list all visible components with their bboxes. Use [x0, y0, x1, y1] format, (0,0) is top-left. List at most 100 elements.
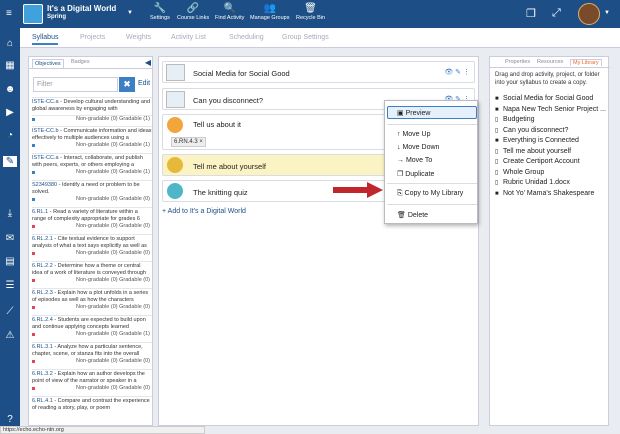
- library-item-label: Can you disconnect?: [503, 126, 569, 134]
- copy-icon: ⎘: [397, 190, 405, 197]
- play-icon[interactable]: ▶: [0, 107, 20, 118]
- calendar-icon[interactable]: ▦: [0, 60, 20, 71]
- chevron-down-icon[interactable]: ▼: [127, 10, 133, 16]
- collapse-icon[interactable]: ◀: [145, 58, 151, 67]
- list-item[interactable]: 6.RL.2.2 - Determine how a theme or cent…: [32, 261, 152, 284]
- tab-group-settings[interactable]: Group Settings: [282, 34, 329, 41]
- tab-objectives[interactable]: Objectives: [32, 59, 64, 68]
- list-icon[interactable]: ☰: [0, 280, 20, 291]
- copy-icon[interactable]: ❐: [526, 7, 536, 20]
- documents-icon[interactable]: ▤: [0, 256, 20, 267]
- library-item[interactable]: ▯ Can you disconnect?: [495, 127, 568, 134]
- mail-icon[interactable]: ✉: [0, 233, 20, 244]
- dashboard-icon[interactable]: ◔: [0, 130, 20, 141]
- expand-icon[interactable]: ⤢: [552, 7, 561, 20]
- library-item[interactable]: ▯ Rubric Unidad 1.docx: [495, 179, 570, 186]
- chevron-down-icon[interactable]: ▼: [604, 10, 610, 16]
- pencil-icon[interactable]: ✎: [3, 156, 17, 167]
- pencil-icon[interactable]: ✎: [455, 69, 461, 76]
- objective-counts: Non-gradable (0) Gradable (1): [32, 142, 152, 149]
- menu-item-move-to[interactable]: → Move To: [397, 157, 432, 164]
- course-logo: [23, 4, 43, 24]
- list-item[interactable]: Non-gradable (0) Gradable (1): [32, 115, 152, 123]
- objective-counts: Non-gradable (0) Gradable (0): [32, 196, 152, 203]
- tab-badges[interactable]: Badges: [71, 59, 90, 65]
- home-icon[interactable]: ⌂: [0, 38, 20, 49]
- top-bar: ≡ It's a Digital World Spring ▼ 🔧 Setting…: [0, 0, 620, 28]
- menu-item-move-down[interactable]: ↓ Move Down: [397, 144, 439, 151]
- menu-item-delete[interactable]: 🗑 Delete: [397, 211, 428, 219]
- trash-icon: 🗑: [397, 212, 408, 219]
- library-item[interactable]: ■ Social Media for Social Good: [495, 95, 593, 102]
- tab-weights[interactable]: Weights: [126, 34, 151, 41]
- clear-filter-button[interactable]: ✖: [119, 77, 135, 92]
- filter-input[interactable]: Filter: [33, 77, 118, 92]
- standard-tag[interactable]: 6.RN.4.3 ×: [171, 137, 206, 147]
- syllabus-item-title[interactable]: The knitting quiz: [193, 188, 248, 197]
- objective-meta: Non-gradable (0) Gradable (0): [76, 385, 150, 391]
- course-links-button[interactable]: 🔗 Course Links: [177, 3, 209, 21]
- list-item[interactable]: 6.RL.1 - Read a variety of literature wi…: [32, 207, 152, 230]
- syllabus-item-title[interactable]: Can you disconnect?: [193, 96, 263, 105]
- library-item[interactable]: ▯ Whole Group: [495, 169, 544, 176]
- list-item[interactable]: 6.RL.2.1 - Cite textual evidence to supp…: [32, 234, 152, 257]
- menu-divider: [387, 183, 477, 184]
- menu-item-duplicate[interactable]: ❐ Duplicate: [397, 170, 434, 178]
- tab-properties[interactable]: Properties: [505, 59, 530, 65]
- tab-scheduling[interactable]: Scheduling: [229, 34, 264, 41]
- project-thumbnail: [166, 64, 185, 81]
- syllabus-item-title[interactable]: Social Media for Social Good: [193, 69, 290, 78]
- preview-icon: ▣: [397, 110, 406, 117]
- list-item[interactable]: S2349380 - Identify a need or problem to…: [32, 180, 152, 203]
- syllabus-item-title[interactable]: Tell me about yourself: [193, 162, 266, 171]
- objective-color-dot: [32, 225, 35, 228]
- list-item[interactable]: 6.RL.2.4 - Students are expected to buil…: [32, 315, 152, 338]
- tab-resources[interactable]: Resources: [537, 59, 563, 65]
- tab-projects[interactable]: Projects: [80, 34, 105, 41]
- edit-link[interactable]: Edit: [138, 80, 150, 87]
- alert-icon[interactable]: ⚠: [0, 330, 20, 341]
- list-item[interactable]: 6.RL.3.1 - Analyze how a particular sent…: [32, 342, 152, 365]
- help-icon[interactable]: ?: [0, 414, 20, 425]
- objective-meta: Non-gradable (0) Gradable (0): [76, 304, 150, 310]
- menu-item-copy-to-library[interactable]: ⎘ Copy to My Library: [397, 190, 463, 198]
- tab-my-library[interactable]: My Library: [570, 59, 602, 66]
- library-item[interactable]: ▯ Create Certiport Account: [495, 158, 580, 165]
- library-item[interactable]: ▯ Budgeting: [495, 116, 535, 123]
- library-item[interactable]: ■ Not Yo' Mama's Shakespeare: [495, 190, 594, 197]
- menu-item-preview[interactable]: ▣ Preview: [397, 109, 430, 117]
- course-title[interactable]: It's a Digital World: [47, 4, 116, 13]
- menu-item-move-up[interactable]: ↑ Move Up: [397, 131, 430, 138]
- tab-syllabus[interactable]: Syllabus: [32, 34, 59, 45]
- objective-counts: Non-gradable (0) Gradable (0): [32, 358, 152, 365]
- list-item[interactable]: 6.RL.4.1 - Compare and contrast the expe…: [32, 396, 152, 412]
- eye-icon[interactable]: 👁: [444, 69, 453, 76]
- add-to-course-link[interactable]: + Add to It's a Digital World: [162, 208, 246, 215]
- download-icon[interactable]: ⤓: [0, 208, 20, 219]
- syllabus-item[interactable]: Social Media for Social Good 👁 ✎ ⋮: [162, 61, 475, 83]
- avatar[interactable]: [578, 3, 600, 25]
- settings-button[interactable]: 🔧 Settings: [150, 3, 170, 21]
- recycle-bin-button[interactable]: 🗑 Recycle Bin: [296, 3, 325, 21]
- more-icon[interactable]: ⋮: [463, 69, 470, 76]
- library-item[interactable]: ■ Napa New Tech Senior Project ...: [495, 106, 606, 113]
- list-item[interactable]: ISTE-CC.b - Communicate information and …: [32, 126, 152, 149]
- hamburger-menu-icon[interactable]: ≡: [6, 8, 12, 19]
- library-item[interactable]: ▯ Tell me about yourself: [495, 148, 571, 155]
- objective-color-dot: [32, 144, 35, 147]
- document-icon: ▯: [495, 127, 499, 134]
- people-icon[interactable]: ☻: [0, 84, 20, 95]
- list-item[interactable]: ISTE-CC.a - Interact, collaborate, and p…: [32, 153, 152, 176]
- document-icon: ▯: [495, 148, 499, 155]
- folder-icon: ■: [495, 190, 499, 197]
- list-item[interactable]: 6.RL.2.3 - Explain how a plot unfolds in…: [32, 288, 152, 311]
- left-rail: ⌂ ▦ ☻ ▶ ◔ ✎ ⤓ ✉ ▤ ☰ ⟋ ⚠ ?: [0, 28, 20, 434]
- list-item[interactable]: ISTE-CC.a - Develop cultural understandi…: [32, 97, 152, 113]
- library-item[interactable]: ■ Everything is Connected: [495, 137, 579, 144]
- tab-activity-list[interactable]: Activity List: [171, 34, 206, 41]
- find-activity-button[interactable]: 🔍 Find Activity: [215, 3, 244, 21]
- chart-icon[interactable]: ⟋: [0, 306, 20, 317]
- list-item[interactable]: 6.RL.3.2 - Explain how an author develop…: [32, 369, 152, 392]
- manage-groups-button[interactable]: 👥 Manage Groups: [250, 3, 289, 21]
- syllabus-item-title[interactable]: Tell us about it: [193, 120, 241, 129]
